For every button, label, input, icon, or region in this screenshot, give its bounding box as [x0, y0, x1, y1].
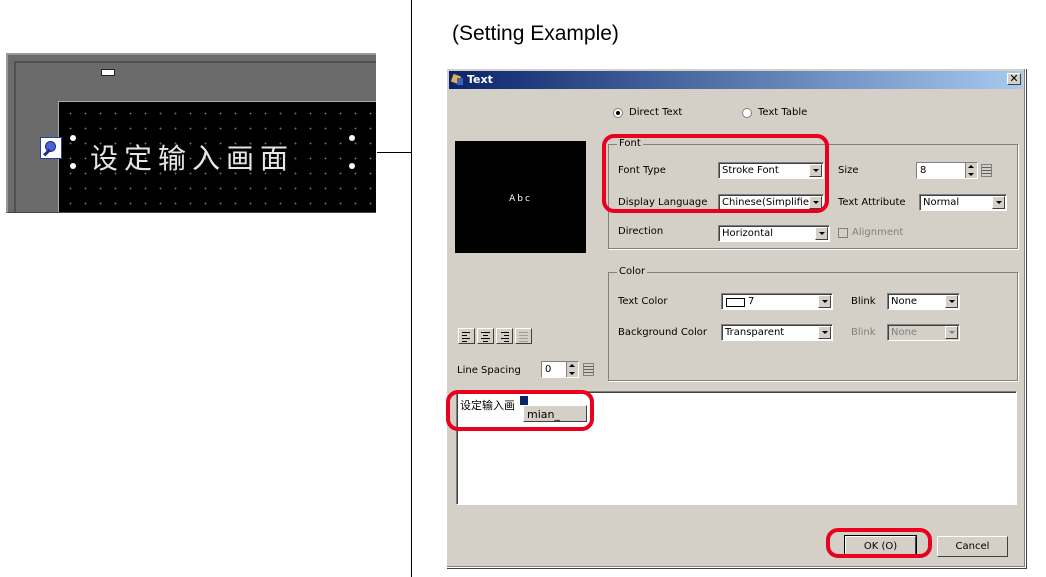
size-label: Size — [838, 165, 859, 176]
blink-select[interactable]: None — [887, 293, 960, 310]
text-attribute-label: Text Attribute — [838, 197, 906, 208]
bg-blink-label: Blink — [851, 327, 876, 338]
frame-border-vertical — [14, 61, 16, 212]
ime-candidate-box[interactable]: mian_ — [523, 405, 587, 422]
background-color-select[interactable]: Transparent — [721, 324, 833, 341]
spin-arrows-icon[interactable] — [965, 163, 977, 178]
background-color-value: Transparent — [725, 327, 785, 338]
font-type-select[interactable]: Stroke Font — [718, 162, 824, 179]
ime-candidate-text: mian_ — [527, 408, 560, 421]
color-group: Color Text Color 7 Blink None Background… — [608, 266, 1018, 381]
line-spacing-label: Line Spacing — [457, 365, 521, 376]
alignment-label: Alignment — [852, 227, 904, 238]
preview-sample-text: Abc — [509, 194, 532, 204]
chevron-down-icon[interactable] — [945, 295, 958, 308]
chevron-down-icon[interactable] — [818, 295, 831, 308]
display-language-select[interactable]: Chinese(Simplified) — [718, 194, 824, 211]
selection-handle[interactable] — [349, 163, 355, 169]
radio-icon[interactable] — [742, 107, 752, 118]
text-dialog: Text ✕ Direct Text Text Table Abc Font F… — [446, 68, 1026, 568]
title-bar[interactable]: Text ✕ — [449, 71, 1023, 89]
spin-arrows-icon[interactable] — [566, 362, 578, 377]
cancel-button[interactable]: Cancel — [937, 536, 1008, 557]
direction-label: Direction — [618, 226, 664, 237]
align-right-button[interactable] — [496, 328, 513, 344]
line-spacing-value: 0 — [545, 364, 552, 375]
resize-handle[interactable] — [101, 69, 115, 76]
font-group: Font Font Type Stroke Font Size 8 Displa… — [608, 138, 1018, 249]
keypad-icon[interactable] — [981, 164, 992, 177]
size-stepper[interactable]: 8 — [916, 162, 978, 179]
text-input-area[interactable]: 设定输入画 mian_ — [456, 391, 1017, 505]
selection-handle[interactable] — [349, 135, 355, 141]
text-color-label: Text Color — [618, 296, 668, 307]
radio-text-table[interactable]: Text Table — [742, 107, 807, 118]
line-spacing-stepper[interactable]: 0 — [541, 361, 579, 378]
align-left-button[interactable] — [458, 328, 475, 344]
text-color-select[interactable]: 7 — [721, 293, 833, 310]
frame-border — [14, 61, 376, 63]
preview-text-object[interactable]: 设定输入画面 — [90, 137, 294, 177]
chevron-down-icon[interactable] — [809, 164, 822, 177]
ok-button[interactable]: OK (O) — [845, 536, 916, 557]
dialog-title: Text — [467, 73, 493, 86]
radio-direct-text-label: Direct Text — [629, 107, 683, 118]
chevron-down-icon[interactable] — [945, 326, 958, 339]
keypad-icon[interactable] — [583, 363, 594, 376]
selection-handle[interactable] — [70, 163, 76, 169]
direction-select[interactable]: Horizontal — [718, 225, 830, 242]
font-preview: Abc — [455, 141, 586, 253]
callout-connector — [377, 152, 412, 153]
text-attribute-select[interactable]: Normal — [919, 194, 1007, 211]
radio-icon[interactable] — [613, 107, 623, 118]
chevron-down-icon[interactable] — [815, 227, 828, 240]
color-swatch-icon — [726, 298, 745, 307]
bg-blink-value: None — [891, 327, 918, 338]
color-group-label: Color — [617, 266, 648, 277]
align-center-button[interactable] — [477, 328, 494, 344]
display-language-label: Display Language — [618, 197, 708, 208]
font-group-label: Font — [617, 138, 643, 149]
radio-text-table-label: Text Table — [758, 107, 808, 118]
direction-value: Horizontal — [722, 228, 774, 239]
size-value: 8 — [920, 165, 927, 176]
text-attribute-value: Normal — [923, 197, 960, 208]
bg-blink-select[interactable]: None — [887, 324, 960, 341]
setting-example-heading: (Setting Example) — [452, 22, 619, 45]
selection-handle[interactable] — [70, 135, 76, 141]
close-button[interactable]: ✕ — [1007, 73, 1021, 85]
text-input-content: 设定输入画 — [460, 399, 515, 412]
alignment-checkbox[interactable] — [838, 228, 848, 238]
screen-preview-panel: 设定输入画面 — [6, 53, 376, 213]
font-type-value: Stroke Font — [722, 165, 779, 176]
text-tool-icon — [450, 73, 465, 87]
font-type-label: Font Type — [618, 165, 666, 176]
ime-cursor — [520, 396, 528, 405]
blink-value: None — [891, 296, 918, 307]
display-language-value: Chinese(Simplified) — [722, 197, 820, 208]
align-justify-button[interactable] — [515, 328, 532, 344]
callout-divider — [411, 0, 412, 577]
chevron-down-icon[interactable] — [809, 196, 822, 209]
chevron-down-icon[interactable] — [818, 326, 831, 339]
blink-label: Blink — [851, 296, 876, 307]
background-color-label: Background Color — [618, 327, 707, 338]
radio-direct-text[interactable]: Direct Text — [613, 107, 682, 118]
chevron-down-icon[interactable] — [992, 196, 1005, 209]
text-object-icon[interactable] — [40, 137, 62, 159]
text-color-value: 7 — [748, 296, 755, 307]
